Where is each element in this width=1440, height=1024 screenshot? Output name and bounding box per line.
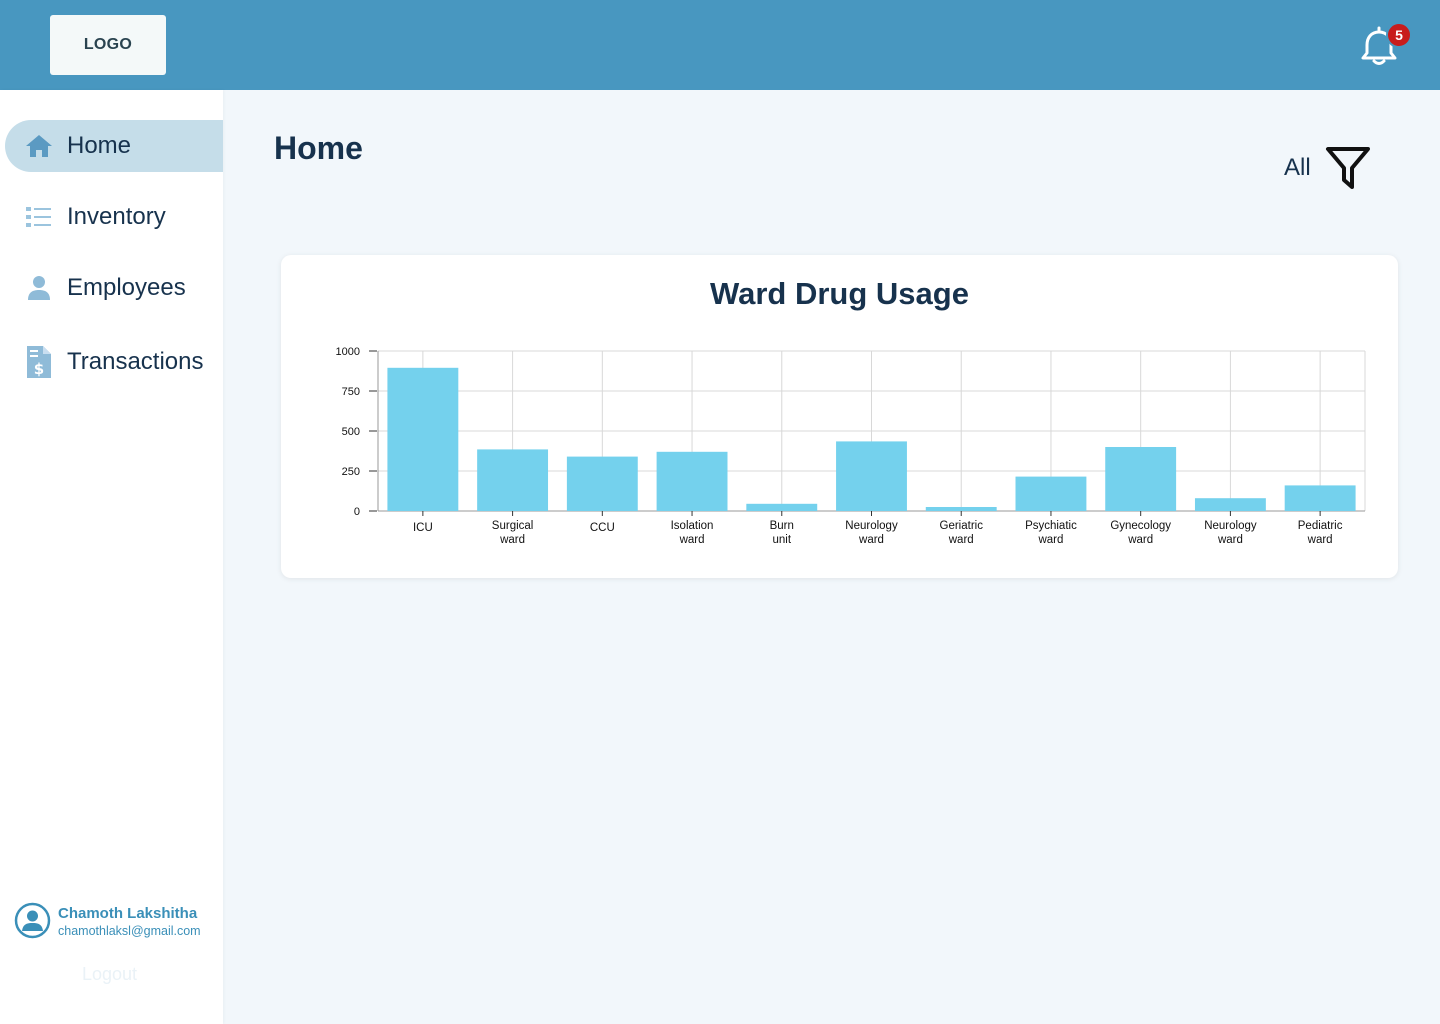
- x-tick-label: ICU: [413, 522, 433, 534]
- ward-drug-usage-chart: 0 250 500 750 1000 ICU Surgical ward CCU Isolatio…: [336, 346, 1366, 546]
- page-title: Home: [274, 130, 363, 166]
- sidebar-item-label: Employees: [67, 274, 186, 301]
- svg-text:$: $: [34, 360, 44, 378]
- avatar: [14, 902, 51, 939]
- y-tick-label: 1000: [336, 346, 360, 358]
- sidebar: Home Inventory Employees $ Transactions …: [0, 90, 223, 1024]
- user-name: Chamoth Lakshitha: [58, 905, 198, 922]
- x-tick-label: ward: [679, 534, 705, 546]
- y-tick-label: 250: [342, 466, 360, 478]
- sidebar-item-employees[interactable]: Employees: [5, 262, 223, 314]
- sidebar-item-home[interactable]: Home: [5, 120, 223, 172]
- bar: [387, 367, 459, 511]
- list-icon: [25, 203, 53, 231]
- bar: [477, 449, 549, 511]
- x-tick-label: Pediatric: [1298, 520, 1343, 532]
- home-icon: [25, 132, 53, 160]
- x-tick-label: Neurology: [1204, 520, 1257, 532]
- x-tick-label: Isolation: [671, 520, 714, 532]
- notifications-button[interactable]: 5: [1356, 22, 1412, 72]
- x-tick-label: unit: [772, 534, 791, 546]
- x-tick-label: ward: [1307, 534, 1333, 546]
- x-tick-label: Neurology: [845, 520, 898, 532]
- x-tick-label: ward: [948, 534, 974, 546]
- sidebar-item-inventory[interactable]: Inventory: [5, 191, 223, 243]
- x-tick-label: ward: [858, 534, 884, 546]
- x-tick-label: ward: [1037, 534, 1063, 546]
- top-bar: LOGO 5: [0, 0, 1440, 90]
- bar: [1015, 476, 1087, 511]
- x-tick-label: ward: [1127, 534, 1153, 546]
- filter-button[interactable]: All: [1280, 144, 1376, 192]
- sidebar-item-label: Inventory: [67, 203, 166, 230]
- x-tick-label: Surgical: [492, 520, 534, 532]
- y-tick-label: 500: [342, 426, 360, 438]
- x-tick-label: CCU: [590, 522, 615, 534]
- x-tick-label: Psychiatic: [1025, 520, 1077, 532]
- bar: [925, 507, 997, 511]
- bar: [1194, 498, 1266, 511]
- filter-icon: [1325, 147, 1370, 189]
- x-tick-label: ward: [1217, 534, 1243, 546]
- sidebar-item-label: Home: [67, 132, 132, 159]
- x-tick-label: ward: [499, 534, 525, 546]
- bar: [746, 503, 818, 511]
- bar: [656, 451, 728, 511]
- ward-drug-usage-card: Ward Drug Usage 0 250 500 750 1000 ICU Surgica…: [281, 255, 1398, 578]
- bar: [1284, 485, 1356, 511]
- y-tick-label: 0: [354, 506, 360, 518]
- sidebar-item-label: Transactions: [67, 348, 204, 375]
- bar: [1105, 447, 1177, 511]
- bar: [566, 456, 638, 511]
- logo[interactable]: LOGO: [50, 15, 166, 75]
- invoice-dollar-icon: $: [25, 346, 53, 378]
- x-tick-label: Gynecology: [1110, 520, 1171, 532]
- filter-label: All: [1284, 154, 1311, 181]
- sidebar-item-transactions[interactable]: $ Transactions: [5, 336, 223, 388]
- user-profile[interactable]: Chamoth Lakshitha chamothlaksl@gmail.com: [14, 902, 219, 942]
- logout-button[interactable]: Logout: [82, 964, 137, 985]
- x-tick-label: Geriatric: [940, 520, 984, 532]
- y-tick-label: 750: [342, 386, 360, 398]
- x-tick-label: Burn: [770, 520, 794, 532]
- bar: [836, 441, 907, 511]
- notification-count-badge: 5: [1386, 22, 1412, 48]
- user-icon: [25, 274, 53, 302]
- user-email: chamothlaksl@gmail.com: [58, 924, 201, 938]
